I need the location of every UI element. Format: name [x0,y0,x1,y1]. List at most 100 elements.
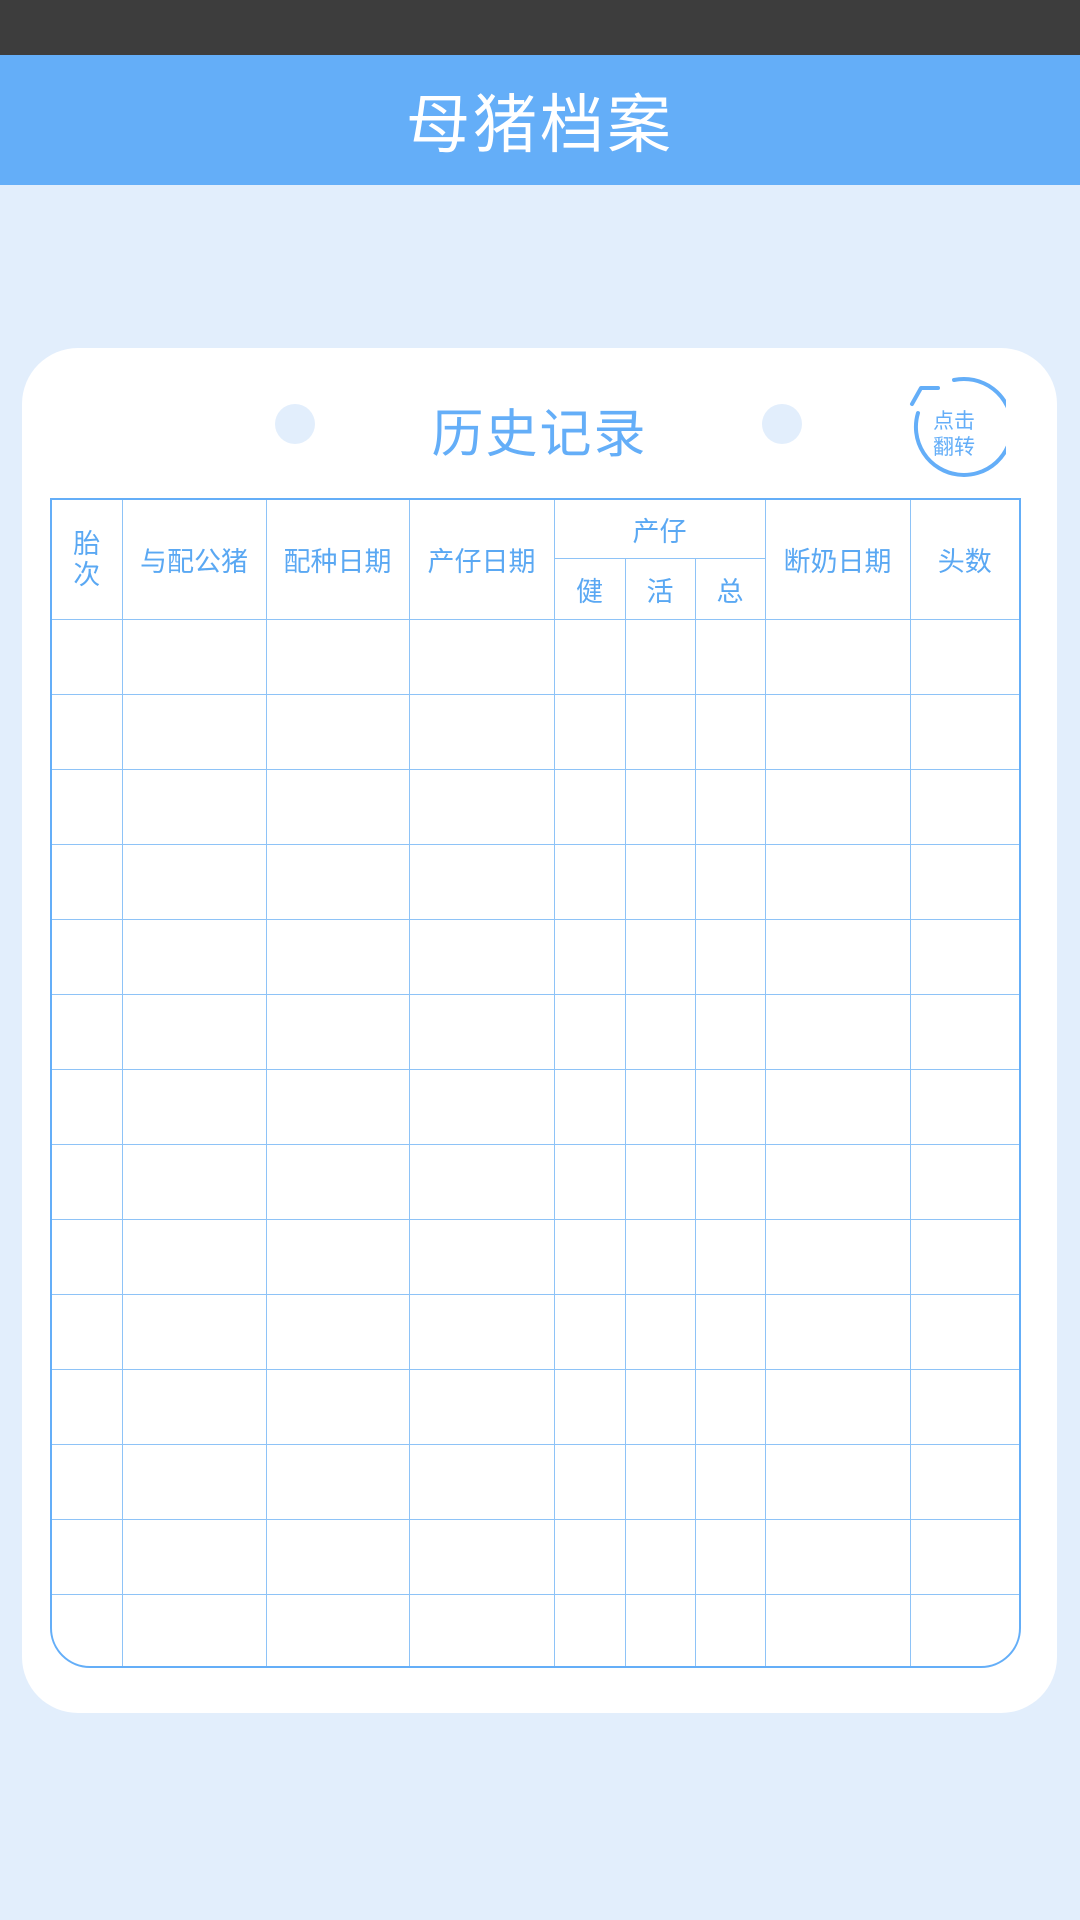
table-cell[interactable] [694,1144,766,1220]
table-cell[interactable] [694,1519,766,1595]
table-cell[interactable] [624,1294,696,1370]
table-cell[interactable] [764,1519,911,1595]
table-cell[interactable] [52,1369,123,1445]
table-cell[interactable] [52,919,123,995]
table-cell[interactable] [624,1144,696,1220]
table-cell[interactable] [764,1219,911,1295]
table-cell[interactable] [52,1219,123,1295]
table-cell[interactable] [408,769,555,845]
table-cell[interactable] [52,1444,123,1520]
table-cell[interactable] [909,844,1019,920]
table-cell[interactable] [408,994,555,1070]
table-cell[interactable] [553,919,626,995]
table-cell[interactable] [694,1369,766,1445]
table-cell[interactable] [121,769,267,845]
table-cell[interactable] [265,994,410,1070]
table-cell[interactable] [121,994,267,1070]
table-cell[interactable] [265,1219,410,1295]
table-cell[interactable] [265,844,410,920]
table-cell[interactable] [52,994,123,1070]
table-cell[interactable] [694,1444,766,1520]
table-cell[interactable] [694,844,766,920]
table-cell[interactable] [909,1069,1019,1145]
table-cell[interactable] [909,619,1019,695]
table-cell[interactable] [553,1294,626,1370]
table-cell[interactable] [694,769,766,845]
table-cell[interactable] [52,769,123,845]
table-cell[interactable] [553,1369,626,1445]
table-cell[interactable] [553,844,626,920]
table-cell[interactable] [694,1219,766,1295]
table-cell[interactable] [265,694,410,770]
table-cell[interactable] [764,1594,911,1666]
table-cell[interactable] [764,1144,911,1220]
table-cell[interactable] [553,769,626,845]
table-cell[interactable] [265,619,410,695]
table-cell[interactable] [553,1444,626,1520]
table-cell[interactable] [265,1294,410,1370]
table-cell[interactable] [624,1444,696,1520]
table-cell[interactable] [52,694,123,770]
table-cell[interactable] [624,1369,696,1445]
table-cell[interactable] [909,694,1019,770]
table-cell[interactable] [121,1369,267,1445]
table-cell[interactable] [694,1069,766,1145]
table-cell[interactable] [52,1519,123,1595]
table-cell[interactable] [909,1219,1019,1295]
table-cell[interactable] [553,1594,626,1666]
table-cell[interactable] [764,1369,911,1445]
table-cell[interactable] [121,1144,267,1220]
table-cell[interactable] [909,1594,1019,1666]
table-cell[interactable] [694,919,766,995]
table-cell[interactable] [121,619,267,695]
table-cell[interactable] [764,1444,911,1520]
table-cell[interactable] [52,1144,123,1220]
table-cell[interactable] [624,619,696,695]
table-cell[interactable] [52,1594,123,1666]
table-cell[interactable] [553,994,626,1070]
table-cell[interactable] [764,619,911,695]
table-cell[interactable] [121,1219,267,1295]
table-cell[interactable] [764,1294,911,1370]
table-cell[interactable] [764,1069,911,1145]
table-cell[interactable] [553,1144,626,1220]
table-cell[interactable] [909,919,1019,995]
table-cell[interactable] [694,619,766,695]
table-cell[interactable] [909,1444,1019,1520]
table-cell[interactable] [408,919,555,995]
table-cell[interactable] [408,844,555,920]
table-cell[interactable] [121,1444,267,1520]
table-cell[interactable] [121,1294,267,1370]
table-cell[interactable] [553,1519,626,1595]
table-cell[interactable] [909,994,1019,1070]
table-cell[interactable] [764,994,911,1070]
table-cell[interactable] [624,1069,696,1145]
table-cell[interactable] [624,1594,696,1666]
table-cell[interactable] [694,1594,766,1666]
table-cell[interactable] [624,994,696,1070]
table-cell[interactable] [764,694,911,770]
table-cell[interactable] [624,694,696,770]
flip-button[interactable]: 点击 翻转 [902,376,1006,480]
table-cell[interactable] [121,694,267,770]
table-cell[interactable] [408,694,555,770]
table-cell[interactable] [52,1294,123,1370]
table-cell[interactable] [121,1594,267,1666]
table-cell[interactable] [408,1369,555,1445]
table-cell[interactable] [121,844,267,920]
table-cell[interactable] [764,919,911,995]
table-cell[interactable] [408,1444,555,1520]
table-cell[interactable] [553,1069,626,1145]
table-cell[interactable] [408,1594,555,1666]
table-cell[interactable] [121,1069,267,1145]
table-cell[interactable] [408,1219,555,1295]
table-cell[interactable] [553,694,626,770]
table-cell[interactable] [909,769,1019,845]
table-cell[interactable] [909,1369,1019,1445]
table-cell[interactable] [553,1219,626,1295]
table-cell[interactable] [909,1144,1019,1220]
table-cell[interactable] [553,619,626,695]
table-cell[interactable] [408,1069,555,1145]
table-cell[interactable] [265,1369,410,1445]
table-cell[interactable] [121,1519,267,1595]
